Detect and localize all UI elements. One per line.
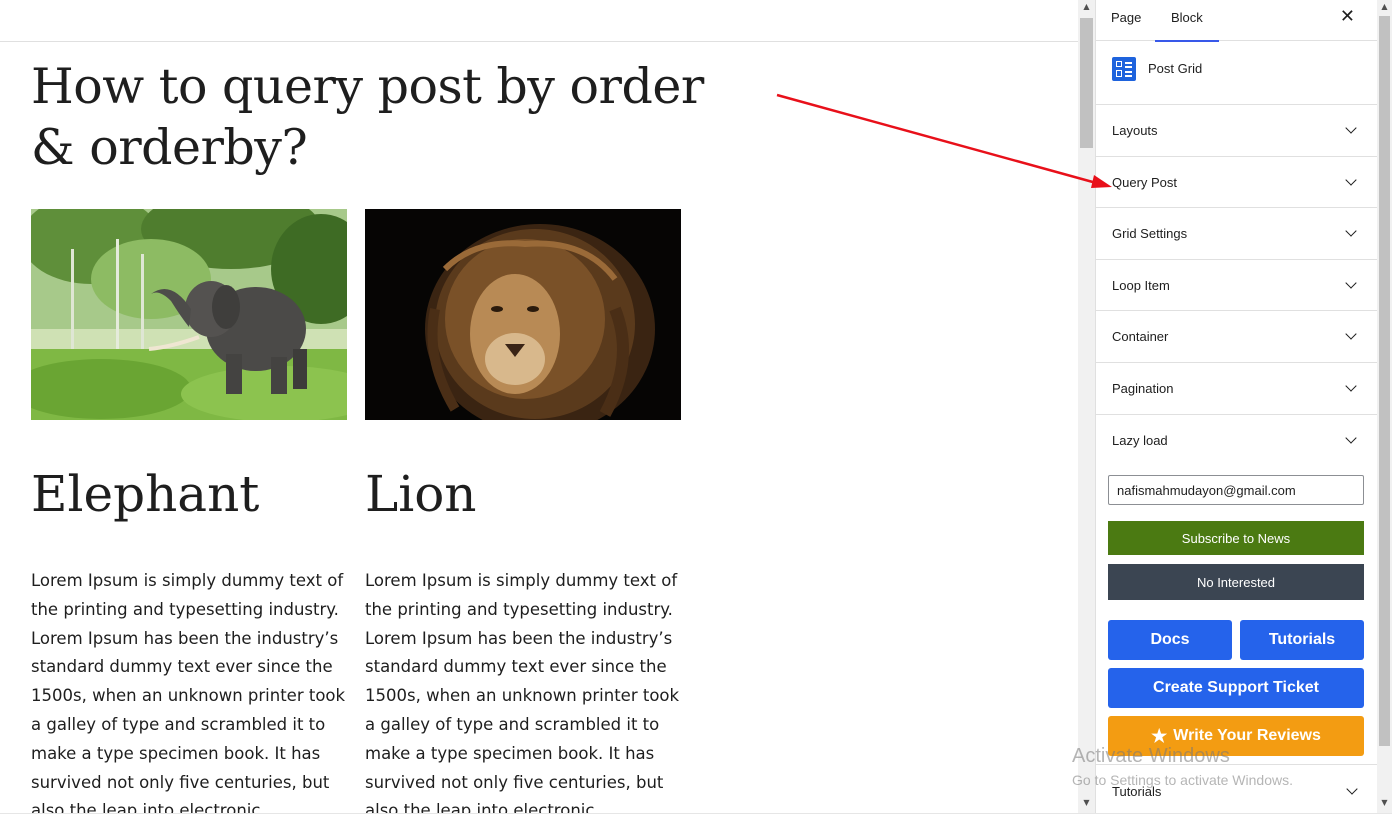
bottom-edge <box>0 813 1392 834</box>
chevron-down-icon <box>1345 122 1357 134</box>
panel-pagination[interactable]: Pagination <box>1096 363 1377 415</box>
create-support-ticket-button[interactable]: Create Support Ticket <box>1108 668 1364 708</box>
block-card: Post Grid <box>1096 41 1377 105</box>
panel-layouts[interactable]: Layouts <box>1096 105 1377 157</box>
panel-label: Query Post <box>1112 174 1178 190</box>
write-reviews-button[interactable]: ★ Write Your Reviews <box>1108 716 1364 756</box>
write-reviews-label: Write Your Reviews <box>1173 727 1321 744</box>
tab-page[interactable]: Page <box>1111 0 1141 41</box>
scroll-down-arrow-icon[interactable]: ▼ <box>1078 796 1095 810</box>
card-title[interactable]: Lion <box>365 464 477 524</box>
panel-grid-settings[interactable]: Grid Settings <box>1096 208 1377 260</box>
panel-loop-item[interactable]: Loop Item <box>1096 260 1377 312</box>
panel-label: Tutorials <box>1112 784 1162 799</box>
close-icon[interactable]: ✕ <box>1340 8 1355 26</box>
chevron-down-icon <box>1345 380 1357 392</box>
canvas-scroll-thumb[interactable] <box>1080 18 1093 148</box>
post-title[interactable]: How to query post by order & orderby? <box>31 56 731 178</box>
chevron-down-icon <box>1345 328 1357 341</box>
panel-tutorials[interactable]: Tutorials <box>1096 764 1377 816</box>
panel-query-post[interactable]: Query Post <box>1096 157 1377 209</box>
post-card-lion[interactable]: Lion Lorem Ipsum is simply dummy text of… <box>365 209 681 834</box>
panel-lazy-load[interactable]: Lazy load <box>1096 415 1377 467</box>
window-scrollbar[interactable]: ▲ ▼ <box>1377 0 1392 834</box>
chevron-down-icon <box>1346 783 1358 795</box>
lion-image[interactable] <box>365 209 681 420</box>
scroll-down-arrow-icon[interactable]: ▼ <box>1377 796 1392 810</box>
sidebar-tabs: Page Block ✕ <box>1096 0 1377 42</box>
subscribe-button[interactable]: Subscribe to News <box>1108 521 1364 555</box>
card-excerpt: Lorem Ipsum is simply dummy text of the … <box>31 571 346 834</box>
block-settings-sidebar: Page Block ✕ Post Grid Layouts Query Pos… <box>1095 0 1377 834</box>
post-card-elephant[interactable]: Elephant Lorem Ipsum is simply dummy tex… <box>31 209 347 834</box>
card-title[interactable]: Elephant <box>31 464 259 524</box>
card-excerpt: Lorem Ipsum is simply dummy text of the … <box>365 571 680 834</box>
tutorials-button[interactable]: Tutorials <box>1240 620 1364 660</box>
editor-canvas: How to query post by order & orderby? El… <box>0 0 1078 834</box>
tab-block[interactable]: Block <box>1155 0 1219 42</box>
docs-button[interactable]: Docs <box>1108 620 1232 660</box>
panel-label: Grid Settings <box>1112 226 1188 242</box>
panel-label: Container <box>1112 329 1169 345</box>
window-scroll-thumb[interactable] <box>1379 16 1390 746</box>
chevron-down-icon <box>1345 431 1357 444</box>
panel-label: Loop Item <box>1112 277 1170 293</box>
star-icon: ★ <box>1151 726 1168 746</box>
not-interested-button[interactable]: No Interested <box>1108 564 1364 600</box>
email-field[interactable] <box>1108 475 1364 505</box>
chevron-down-icon <box>1345 277 1357 289</box>
canvas-divider <box>0 41 1078 42</box>
scroll-up-arrow-icon[interactable]: ▲ <box>1078 0 1095 14</box>
panel-label: Lazy load <box>1112 432 1168 448</box>
chevron-down-icon <box>1345 173 1357 186</box>
scroll-up-arrow-icon[interactable]: ▲ <box>1377 0 1392 14</box>
panel-label: Pagination <box>1112 380 1174 396</box>
elephant-image[interactable] <box>31 209 347 420</box>
post-grid-icon <box>1112 57 1136 81</box>
block-name: Post Grid <box>1148 61 1203 76</box>
canvas-scrollbar[interactable]: ▲ ▼ <box>1078 0 1095 834</box>
chevron-down-icon <box>1345 225 1357 237</box>
panel-container[interactable]: Container <box>1096 311 1377 363</box>
panel-label: Layouts <box>1112 123 1158 138</box>
